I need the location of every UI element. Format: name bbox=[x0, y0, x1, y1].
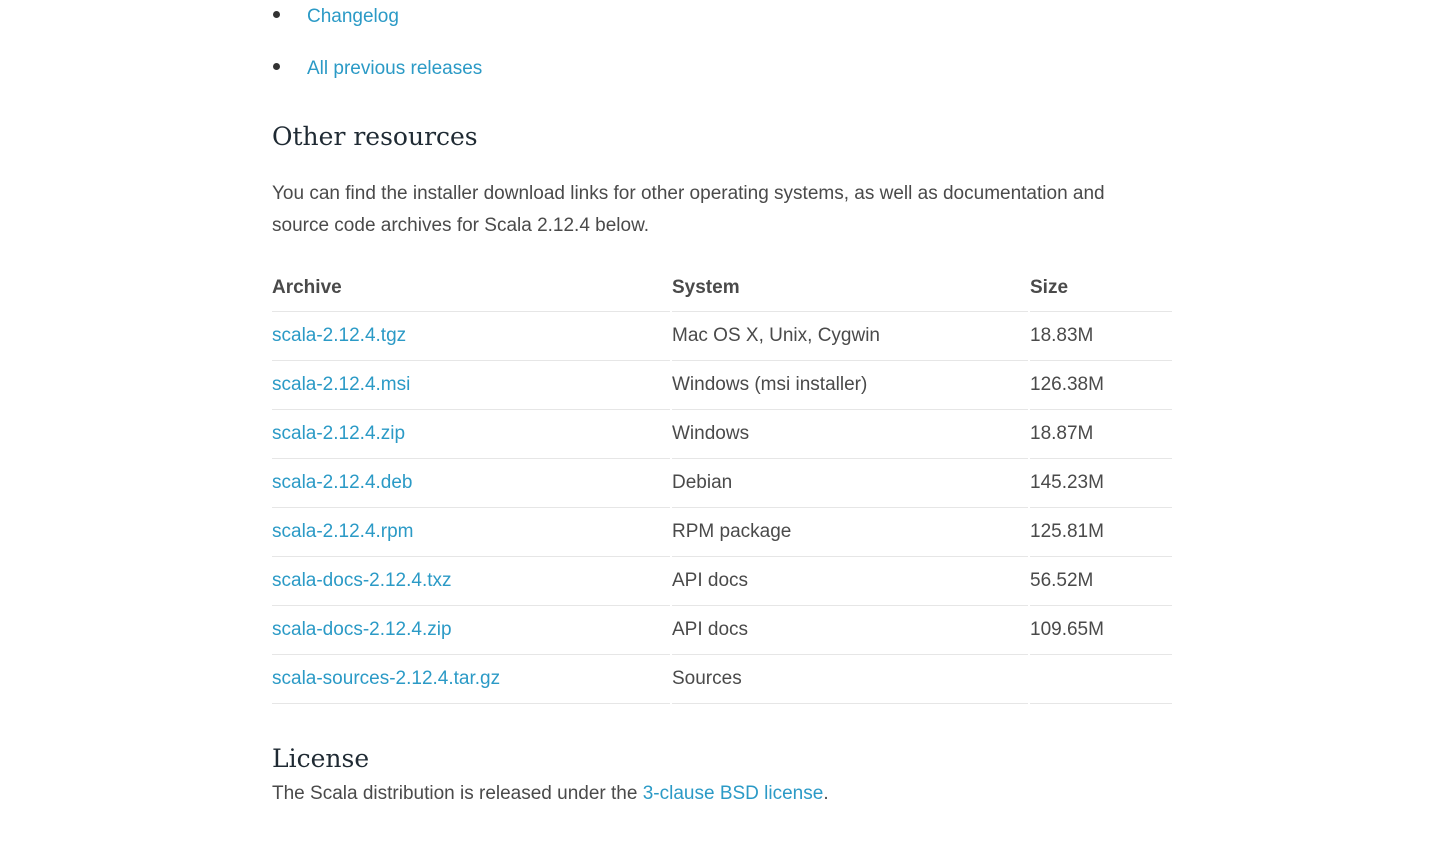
changelog-link[interactable]: Changelog bbox=[307, 5, 399, 29]
system-cell: Sources bbox=[672, 655, 1028, 704]
list-item: All previous releases bbox=[272, 52, 1176, 104]
bullet-icon bbox=[273, 11, 280, 18]
archive-cell: scala-2.12.4.zip bbox=[272, 410, 670, 459]
size-cell: 56.52M bbox=[1030, 557, 1172, 606]
system-cell: API docs bbox=[672, 557, 1028, 606]
table-row: scala-2.12.4.rpm RPM package 125.81M bbox=[272, 508, 1172, 557]
other-resources-heading: Other resources bbox=[272, 122, 478, 151]
system-cell: RPM package bbox=[672, 508, 1028, 557]
system-column-header: System bbox=[672, 265, 1028, 312]
archive-download-link[interactable]: scala-sources-2.12.4.tar.gz bbox=[272, 668, 500, 689]
archive-cell: scala-sources-2.12.4.tar.gz bbox=[272, 655, 670, 704]
archive-cell: scala-2.12.4.tgz bbox=[272, 312, 670, 361]
size-cell: 125.81M bbox=[1030, 508, 1172, 557]
license-heading: License bbox=[272, 744, 370, 773]
table-row: scala-2.12.4.tgz Mac OS X, Unix, Cygwin … bbox=[272, 312, 1172, 361]
size-cell: 126.38M bbox=[1030, 361, 1172, 410]
archive-download-link[interactable]: scala-2.12.4.zip bbox=[272, 423, 405, 444]
system-cell: Windows bbox=[672, 410, 1028, 459]
archive-download-link[interactable]: scala-docs-2.12.4.txz bbox=[272, 570, 452, 591]
archive-column-header: Archive bbox=[272, 265, 670, 312]
system-cell: Mac OS X, Unix, Cygwin bbox=[672, 312, 1028, 361]
system-cell: Windows (msi installer) bbox=[672, 361, 1028, 410]
archive-download-link[interactable]: scala-2.12.4.rpm bbox=[272, 521, 414, 542]
previous-releases-link[interactable]: All previous releases bbox=[307, 57, 482, 81]
bullet-icon bbox=[273, 63, 280, 70]
table-row: scala-2.12.4.msi Windows (msi installer)… bbox=[272, 361, 1172, 410]
size-cell: 18.87M bbox=[1030, 410, 1172, 459]
system-cell: API docs bbox=[672, 606, 1028, 655]
table-row: scala-docs-2.12.4.txz API docs 56.52M bbox=[272, 557, 1172, 606]
bsd-license-link[interactable]: 3-clause BSD license bbox=[643, 783, 824, 804]
size-cell: 109.65M bbox=[1030, 606, 1172, 655]
license-text: The Scala distribution is released under… bbox=[272, 779, 829, 809]
archives-table: Archive System Size scala-2.12.4.tgz Mac… bbox=[270, 265, 1174, 704]
main-content: Changelog All previous releases Other re… bbox=[272, 0, 1176, 804]
archive-download-link[interactable]: scala-2.12.4.deb bbox=[272, 472, 413, 493]
archive-cell: scala-2.12.4.deb bbox=[272, 459, 670, 508]
size-cell bbox=[1030, 655, 1172, 704]
archive-cell: scala-docs-2.12.4.txz bbox=[272, 557, 670, 606]
list-item: Changelog bbox=[272, 0, 1176, 52]
table-row: scala-sources-2.12.4.tar.gz Sources bbox=[272, 655, 1172, 704]
table-row: scala-docs-2.12.4.zip API docs 109.65M bbox=[272, 606, 1172, 655]
system-cell: Debian bbox=[672, 459, 1028, 508]
size-cell: 18.83M bbox=[1030, 312, 1172, 361]
table-header-row: Archive System Size bbox=[272, 265, 1172, 312]
table-row: scala-2.12.4.deb Debian 145.23M bbox=[272, 459, 1172, 508]
other-resources-description: You can find the installer download link… bbox=[272, 183, 1105, 236]
license-text-after: . bbox=[823, 783, 829, 804]
size-cell: 145.23M bbox=[1030, 459, 1172, 508]
archive-cell: scala-docs-2.12.4.zip bbox=[272, 606, 670, 655]
release-links-list: Changelog All previous releases bbox=[272, 0, 1176, 104]
archive-download-link[interactable]: scala-2.12.4.tgz bbox=[272, 325, 406, 346]
archive-download-link[interactable]: scala-2.12.4.msi bbox=[272, 374, 410, 395]
table-row: scala-2.12.4.zip Windows 18.87M bbox=[272, 410, 1172, 459]
archive-cell: scala-2.12.4.msi bbox=[272, 361, 670, 410]
license-text-before: The Scala distribution is released under… bbox=[272, 783, 643, 804]
size-column-header: Size bbox=[1030, 265, 1172, 312]
archive-download-link[interactable]: scala-docs-2.12.4.zip bbox=[272, 619, 452, 640]
archive-cell: scala-2.12.4.rpm bbox=[272, 508, 670, 557]
